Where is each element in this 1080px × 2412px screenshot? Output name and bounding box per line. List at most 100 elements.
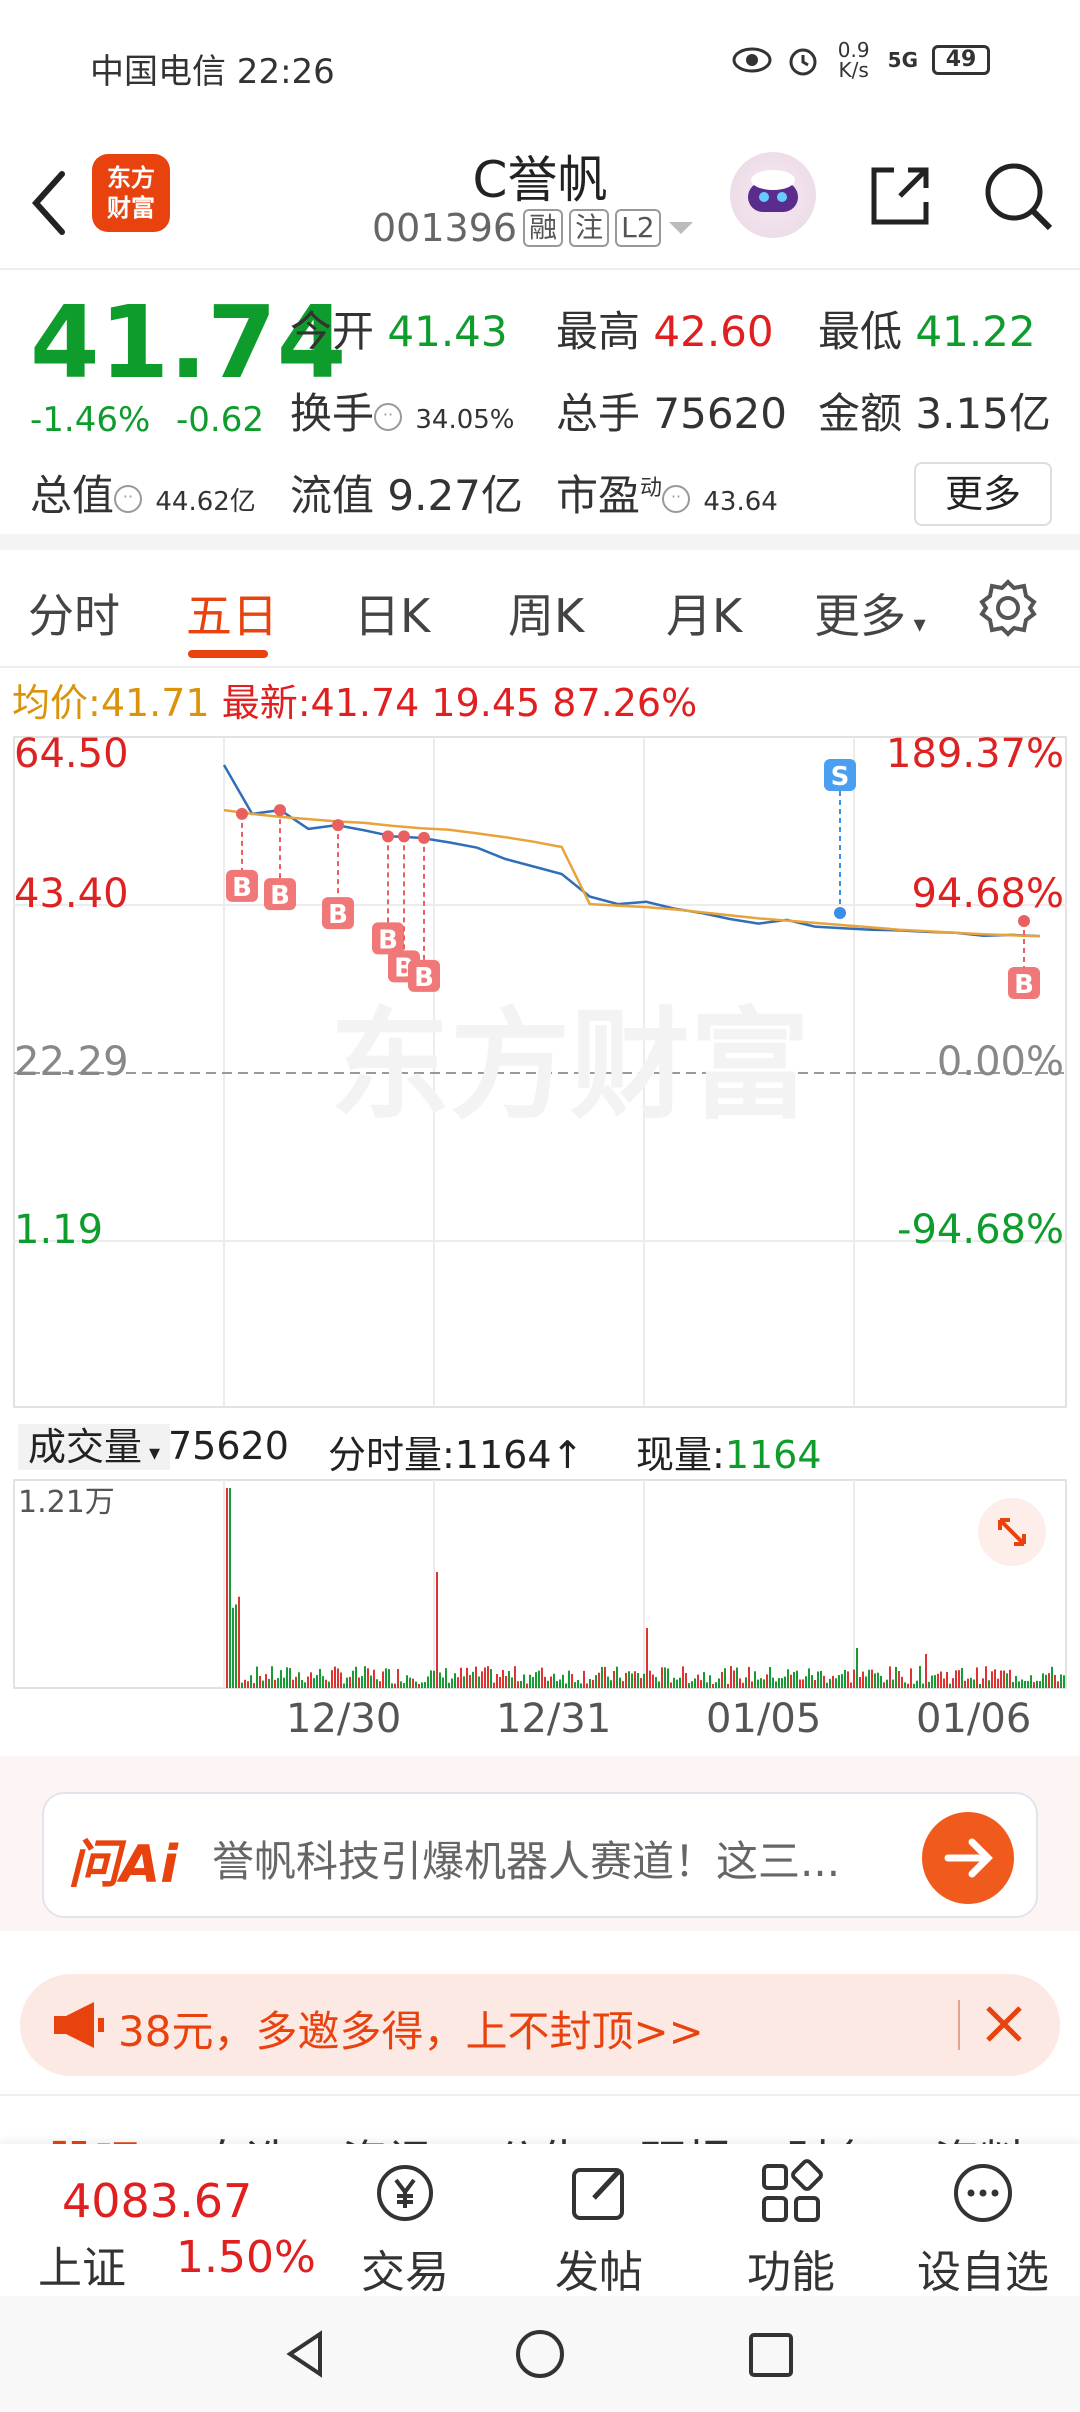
volume-bar bbox=[595, 1675, 597, 1688]
recents-square-icon[interactable] bbox=[746, 2330, 796, 2380]
volume-bar bbox=[931, 1675, 933, 1688]
nav-post[interactable]: 发帖 bbox=[524, 2158, 674, 2300]
tab-intraday[interactable]: 分时 bbox=[28, 580, 120, 646]
volume-bar bbox=[919, 1666, 921, 1688]
volume-bar bbox=[529, 1674, 531, 1688]
tab-daily-k[interactable]: 日K bbox=[354, 580, 430, 646]
x-tick-0: 12/30 bbox=[286, 1696, 402, 1742]
nav-functions[interactable]: 功能 bbox=[716, 2158, 866, 2300]
volume-bar bbox=[289, 1668, 291, 1688]
volume-bar bbox=[1042, 1673, 1044, 1688]
volume-bar bbox=[733, 1670, 735, 1688]
info-icon: ·· bbox=[114, 484, 143, 513]
subtab-research[interactable]: 研报 bbox=[640, 2126, 732, 2144]
volume-bar bbox=[580, 1683, 582, 1688]
tab-monthly-k[interactable]: 月K bbox=[666, 580, 742, 646]
subtab-profile[interactable]: 资料 bbox=[934, 2126, 1026, 2144]
volume-bar bbox=[625, 1672, 627, 1688]
volume-bar bbox=[253, 1683, 255, 1688]
volume-bar bbox=[634, 1671, 636, 1688]
back-triangle-icon[interactable] bbox=[280, 2328, 332, 2380]
stock-code-row[interactable]: 001396 融 注 L2 bbox=[372, 206, 695, 250]
volume-bar bbox=[553, 1673, 555, 1688]
tab-weekly-k[interactable]: 周K bbox=[508, 580, 584, 646]
subtab-favorite[interactable]: 自选 bbox=[200, 2126, 292, 2144]
volume-bar bbox=[577, 1679, 579, 1688]
index-value[interactable]: 4083.67 bbox=[62, 2174, 252, 2228]
robot-avatar[interactable] bbox=[730, 152, 816, 238]
volume-bar bbox=[940, 1671, 942, 1688]
nav-trade[interactable]: 交易 bbox=[330, 2158, 480, 2300]
close-icon[interactable] bbox=[974, 1994, 1034, 2054]
volume-bar bbox=[235, 1604, 237, 1688]
volume-bar bbox=[1054, 1674, 1056, 1688]
volume-bar bbox=[271, 1666, 273, 1688]
volume-bar bbox=[604, 1666, 606, 1688]
home-circle-icon[interactable] bbox=[514, 2328, 566, 2380]
y-right-tick-0: 189.37% bbox=[886, 735, 1064, 777]
volume-bar bbox=[796, 1670, 798, 1688]
volume-bar bbox=[274, 1679, 276, 1688]
open-row: 今开 41.43 bbox=[290, 307, 508, 356]
share-icon[interactable] bbox=[860, 156, 940, 236]
volume-bar bbox=[622, 1681, 624, 1688]
ai-question-bar[interactable]: 问Ai 誉帆科技引爆机器人赛道！这三... bbox=[42, 1792, 1038, 1918]
search-icon[interactable] bbox=[978, 156, 1058, 236]
volume-bar bbox=[574, 1682, 576, 1688]
volume-bar bbox=[661, 1667, 663, 1688]
tag-registered: 注 bbox=[569, 209, 610, 247]
turnover-row: 换手 ·· 34.05% bbox=[290, 389, 515, 438]
volume-bar bbox=[1051, 1666, 1053, 1688]
index-change[interactable]: 1.50% bbox=[176, 2232, 316, 2283]
volume-chart[interactable]: 1.21万 bbox=[0, 1478, 1080, 1690]
buy-marker-label: B bbox=[270, 881, 290, 911]
volume-bar bbox=[985, 1666, 987, 1688]
stock-code: 001396 bbox=[372, 206, 518, 250]
volume-bar bbox=[685, 1672, 687, 1688]
volume-bar bbox=[643, 1673, 645, 1688]
volume-bar bbox=[817, 1671, 819, 1688]
promo-banner[interactable]: 38元，多邀多得，上不封顶>> bbox=[20, 1974, 1060, 2076]
nav-add-favorite[interactable]: 设自选 bbox=[908, 2158, 1058, 2300]
active-tab-indicator bbox=[188, 650, 268, 658]
volume-selector[interactable]: 成交量 ▾ bbox=[18, 1424, 171, 1470]
y-right-tick-1: 94.68% bbox=[911, 871, 1064, 917]
subtab-finance[interactable]: 财务 bbox=[786, 2126, 878, 2144]
sub-tabs: 股吧 自选 资讯 公告 研报 财务 资料 bbox=[0, 2094, 1080, 2144]
volume-bar bbox=[316, 1675, 318, 1688]
subtab-announcement[interactable]: 公告 bbox=[494, 2126, 586, 2144]
volume-bar bbox=[250, 1675, 252, 1688]
volume-bar bbox=[295, 1676, 297, 1688]
volume-bar bbox=[907, 1683, 909, 1688]
volume-bar bbox=[994, 1669, 996, 1688]
volume-bar bbox=[946, 1672, 948, 1688]
ai-go-button[interactable] bbox=[922, 1812, 1014, 1904]
tab-five-day[interactable]: 五日 bbox=[186, 580, 278, 646]
volume-bar bbox=[892, 1679, 894, 1688]
volume-bar bbox=[325, 1679, 327, 1688]
volume-bar bbox=[463, 1676, 465, 1688]
volume-bar bbox=[889, 1666, 891, 1688]
change-percent: -1.46% bbox=[30, 400, 151, 440]
more-quote-button[interactable]: 更多 bbox=[914, 462, 1052, 526]
index-name[interactable]: 上证 bbox=[38, 2232, 126, 2296]
volume-bar bbox=[571, 1674, 573, 1688]
volume-bar bbox=[805, 1676, 807, 1688]
volume-bar bbox=[883, 1682, 885, 1688]
volume-bar bbox=[448, 1682, 450, 1688]
settings-gear-icon[interactable] bbox=[978, 578, 1038, 638]
subtab-forum[interactable]: 股吧 bbox=[48, 2126, 140, 2144]
five-day-price-chart[interactable]: 东方财富 B BBBB BSB 64.50 43.40 22.29 1.19 189… bbox=[0, 735, 1080, 1411]
tab-more[interactable]: 更多 ▾ bbox=[814, 580, 926, 646]
volume-bar bbox=[1024, 1681, 1026, 1688]
volume-bar bbox=[1033, 1682, 1035, 1688]
volume-bar bbox=[496, 1674, 498, 1688]
float-row: 流值 9.27亿 bbox=[290, 471, 523, 520]
megaphone-icon bbox=[54, 2002, 104, 2048]
volume-row: 总手 75620 bbox=[556, 389, 787, 438]
volume-bar bbox=[784, 1676, 786, 1688]
volume-bar bbox=[970, 1677, 972, 1688]
volume-bar bbox=[238, 1596, 240, 1688]
volume-bar bbox=[466, 1667, 468, 1688]
subtab-news[interactable]: 资讯 bbox=[342, 2126, 434, 2144]
